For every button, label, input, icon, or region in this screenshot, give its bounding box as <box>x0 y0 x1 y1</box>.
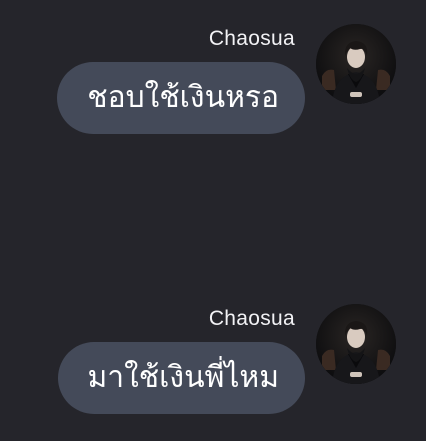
sender-name: Chaosua <box>208 27 295 50</box>
user-avatar-icon[interactable] <box>316 304 396 384</box>
avatar-photo-icon <box>316 24 396 104</box>
message-bubble[interactable]: มาใช้เงินพี่ไหม <box>57 342 305 414</box>
user-avatar-icon[interactable] <box>316 24 396 104</box>
message-text: ชอบใช้เงินหรอ <box>87 80 279 115</box>
message-bubble[interactable]: ชอบใช้เงินหรอ <box>57 62 305 134</box>
message-text: มาใช้เงินพี่ไหม <box>87 360 279 395</box>
avatar-photo-icon <box>316 304 396 384</box>
sender-name: Chaosua <box>208 307 295 330</box>
